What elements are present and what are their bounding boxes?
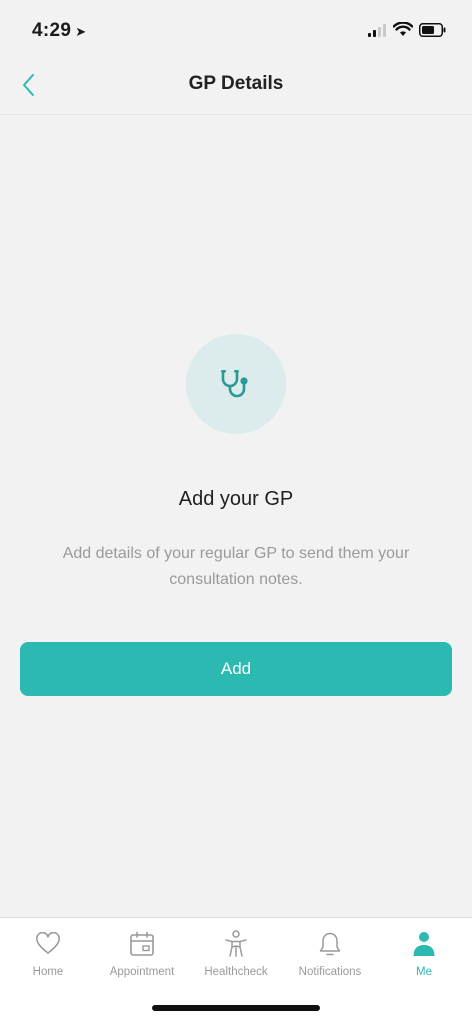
tab-label: Appointment: [109, 966, 175, 978]
tab-label: Notifications: [298, 966, 362, 978]
hero-icon-circle: [186, 334, 286, 434]
add-gp-button[interactable]: Add: [20, 642, 452, 696]
tab-home[interactable]: Home: [1, 918, 95, 988]
tab-appointment[interactable]: Appointment: [95, 918, 189, 988]
home-indicator[interactable]: [152, 1005, 320, 1011]
status-bar: 4:29 ➤: [0, 0, 472, 58]
empty-state-description: Add details of your regular GP to send t…: [62, 545, 410, 588]
tab-label: Me: [416, 966, 432, 978]
status-icons: [367, 22, 446, 37]
heart-icon: [36, 932, 60, 954]
tab-label: Healthcheck: [204, 966, 268, 978]
tab-me[interactable]: Me: [377, 918, 471, 988]
location-arrow-icon: ➤: [75, 24, 87, 39]
stethoscope-icon: [221, 370, 248, 398]
wifi-icon: [393, 22, 413, 36]
navigation-bar: GP Details: [0, 58, 472, 115]
tab-notifications[interactable]: Notifications: [283, 918, 377, 988]
battery-icon: [419, 22, 446, 37]
body-icon: [225, 930, 247, 957]
page-title: GP Details: [188, 73, 284, 94]
bell-icon: [319, 932, 341, 956]
tab-label: Home: [32, 966, 64, 978]
person-icon: [413, 932, 435, 956]
clock-text: 4:29: [32, 20, 72, 41]
status-time: 4:29 ➤: [32, 20, 86, 42]
tab-healthcheck[interactable]: Healthcheck: [189, 918, 283, 988]
calendar-icon: [130, 931, 154, 956]
empty-state-title: Add your GP: [178, 488, 294, 510]
cellular-signal-icon: [368, 23, 386, 37]
